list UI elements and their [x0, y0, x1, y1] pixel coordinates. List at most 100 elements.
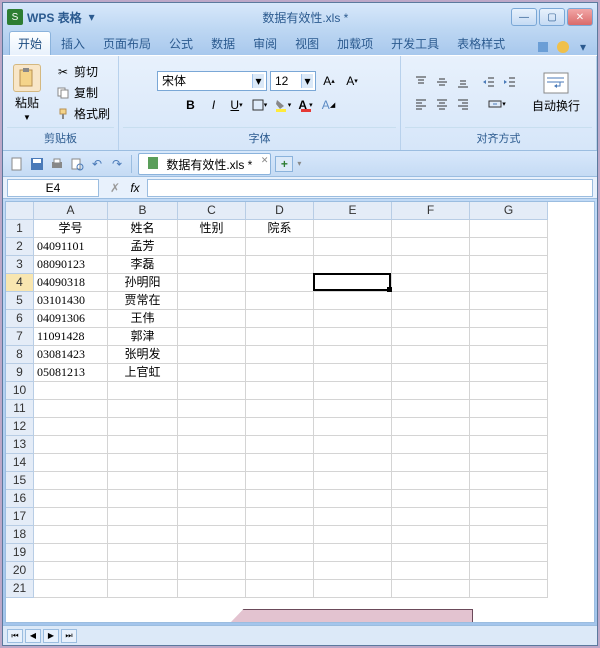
row-header[interactable]: 12	[6, 418, 34, 436]
cell[interactable]	[392, 472, 470, 490]
undo-icon[interactable]: ↶	[89, 156, 105, 172]
cell[interactable]	[178, 400, 246, 418]
cell[interactable]	[108, 454, 178, 472]
cell[interactable]: 04091101	[34, 238, 108, 256]
cell[interactable]	[470, 328, 548, 346]
cell[interactable]	[108, 526, 178, 544]
minimize-button[interactable]: —	[511, 8, 537, 26]
cell[interactable]	[108, 436, 178, 454]
row-header[interactable]: 19	[6, 544, 34, 562]
cell[interactable]	[392, 490, 470, 508]
italic-button[interactable]: I	[204, 95, 224, 115]
cell[interactable]	[34, 544, 108, 562]
first-sheet-button[interactable]: ⏮	[7, 629, 23, 643]
cell[interactable]	[246, 562, 314, 580]
cell[interactable]	[108, 508, 178, 526]
cell[interactable]	[392, 238, 470, 256]
cell[interactable]	[108, 490, 178, 508]
cell[interactable]	[470, 382, 548, 400]
cell[interactable]	[392, 382, 470, 400]
prev-sheet-button[interactable]: ◀	[25, 629, 41, 643]
merge-button[interactable]: ▾	[479, 94, 515, 114]
cell[interactable]	[178, 292, 246, 310]
cell[interactable]: 贾常在	[108, 292, 178, 310]
new-icon[interactable]	[9, 156, 25, 172]
cell[interactable]	[314, 562, 392, 580]
align-right-button[interactable]	[453, 94, 473, 114]
cell[interactable]	[470, 274, 548, 292]
cell[interactable]	[34, 418, 108, 436]
align-center-button[interactable]	[432, 94, 452, 114]
cell[interactable]	[314, 292, 392, 310]
align-top-button[interactable]	[411, 72, 431, 92]
name-box[interactable]	[7, 179, 99, 197]
cell[interactable]	[470, 544, 548, 562]
cell[interactable]	[246, 346, 314, 364]
select-all-corner[interactable]	[6, 202, 34, 220]
row-header[interactable]: 11	[6, 400, 34, 418]
cell[interactable]: 孟芳	[108, 238, 178, 256]
row-header[interactable]: 15	[6, 472, 34, 490]
col-header[interactable]: G	[470, 202, 548, 220]
row-header[interactable]: 18	[6, 526, 34, 544]
row-header[interactable]: 2	[6, 238, 34, 256]
maximize-button[interactable]: ▢	[539, 8, 565, 26]
cell[interactable]	[34, 508, 108, 526]
row-header[interactable]: 16	[6, 490, 34, 508]
cell[interactable]	[178, 490, 246, 508]
save-icon[interactable]	[29, 156, 45, 172]
cell[interactable]	[314, 400, 392, 418]
cell[interactable]	[392, 274, 470, 292]
tab-1[interactable]: 插入	[53, 32, 93, 55]
cell[interactable]	[392, 256, 470, 274]
cell[interactable]	[314, 490, 392, 508]
cell[interactable]: 04091306	[34, 310, 108, 328]
cell[interactable]	[470, 436, 548, 454]
cell[interactable]	[34, 472, 108, 490]
cell[interactable]	[314, 382, 392, 400]
cell[interactable]	[34, 400, 108, 418]
cell[interactable]	[246, 328, 314, 346]
col-header[interactable]: C	[178, 202, 246, 220]
tab-6[interactable]: 视图	[287, 32, 327, 55]
cell[interactable]	[246, 310, 314, 328]
cell[interactable]	[314, 220, 392, 238]
cell[interactable]	[108, 400, 178, 418]
cell[interactable]	[314, 310, 392, 328]
col-header[interactable]: E	[314, 202, 392, 220]
align-bottom-button[interactable]	[453, 72, 473, 92]
cell[interactable]	[314, 526, 392, 544]
cell[interactable]	[314, 364, 392, 382]
cell[interactable]	[392, 328, 470, 346]
cell[interactable]	[392, 346, 470, 364]
row-header[interactable]: 9	[6, 364, 34, 382]
cell[interactable]: 03101430	[34, 292, 108, 310]
cell[interactable]: 05081213	[34, 364, 108, 382]
fx-icon[interactable]: fx	[127, 180, 143, 196]
cell[interactable]	[108, 562, 178, 580]
cell[interactable]	[178, 562, 246, 580]
row-header[interactable]: 17	[6, 508, 34, 526]
row-header[interactable]: 3	[6, 256, 34, 274]
cell[interactable]	[470, 508, 548, 526]
copy-button[interactable]: 复制	[51, 83, 114, 102]
underline-button[interactable]: U▾	[227, 95, 247, 115]
cell[interactable]: 04090318	[34, 274, 108, 292]
cell[interactable]	[246, 544, 314, 562]
cell[interactable]	[178, 346, 246, 364]
cell[interactable]: 上官虹	[108, 364, 178, 382]
cell[interactable]	[246, 364, 314, 382]
cell[interactable]	[178, 418, 246, 436]
cell[interactable]: 学号	[34, 220, 108, 238]
cell[interactable]	[178, 328, 246, 346]
increase-indent-button[interactable]	[500, 72, 520, 92]
cell[interactable]	[246, 238, 314, 256]
close-doc-icon[interactable]: ✕	[261, 155, 269, 166]
row-header[interactable]: 1	[6, 220, 34, 238]
cell[interactable]	[34, 562, 108, 580]
row-header[interactable]: 4	[6, 274, 34, 292]
cell[interactable]	[392, 310, 470, 328]
tab-7[interactable]: 加载项	[329, 32, 381, 55]
font-color-button[interactable]: A▾	[296, 95, 316, 115]
tab-4[interactable]: 数据	[203, 32, 243, 55]
